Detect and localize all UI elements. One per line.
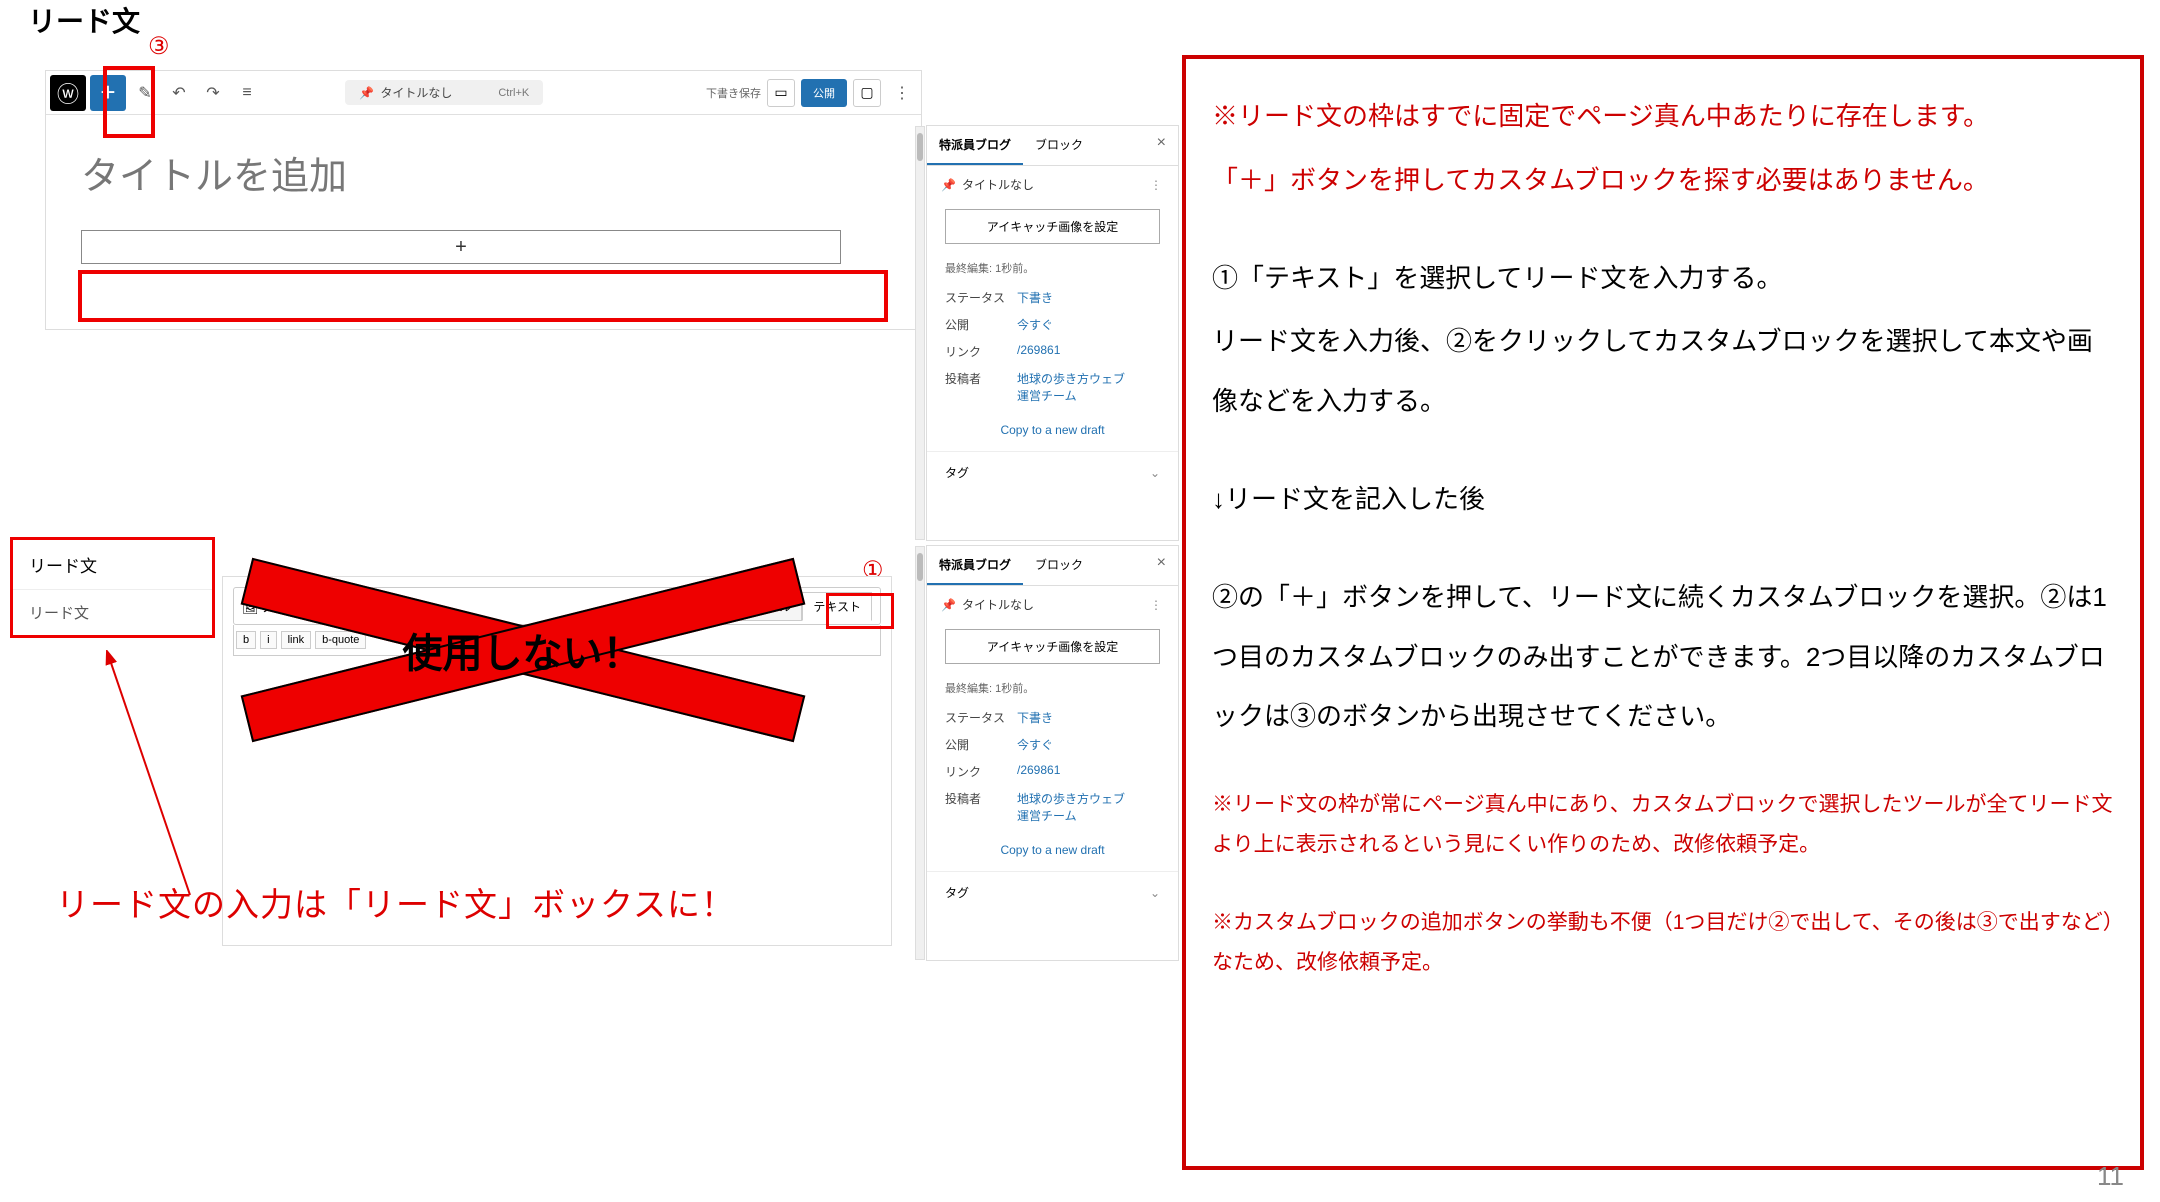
copy-draft-link[interactable]: Copy to a new draft	[927, 409, 1178, 451]
settings-sidebar-2: 特派員ブログ ブロック × 📌 タイトルなし ⋮ アイキャッチ画像を設定 最終編…	[926, 545, 1179, 961]
instr-note-1: ※リード文の枠が常にページ真ん中にあり、カスタムブロックで選択したツールが全てリ…	[1212, 785, 2114, 865]
link-button[interactable]: link	[281, 631, 312, 649]
author-label: 投稿者	[945, 370, 1017, 404]
visual-tab[interactable]: ビジュアル	[722, 592, 803, 621]
set-featured-image-button[interactable]: アイキャッチ画像を設定	[945, 209, 1160, 244]
bold-button[interactable]: b	[236, 631, 256, 649]
status-value[interactable]: 下書き	[1017, 709, 1053, 726]
shortcut-hint: Ctrl+K	[498, 87, 529, 99]
link-label: リンク	[945, 763, 1017, 780]
sidebar-tab-block[interactable]: ブロック	[1023, 546, 1095, 585]
instr-step-2: ②の「＋」ボタンを押して、リード文に続くカスタムブロックを選択。②は1つ目のカス…	[1212, 568, 2114, 747]
page-number: 11	[2097, 1161, 2124, 1192]
callout-frame-2	[78, 270, 888, 322]
scrollbar[interactable]	[915, 126, 925, 540]
sidebar-title: タイトルなし	[962, 176, 1034, 193]
sidebar-close-icon[interactable]: ×	[1145, 126, 1178, 165]
author-value[interactable]: 地球の歩き方ウェブ運営チーム	[1017, 370, 1125, 404]
arrow-to-leadbox	[80, 650, 280, 910]
post-title-input[interactable]: タイトルを追加	[81, 145, 886, 200]
publish-value[interactable]: 今すぐ	[1017, 736, 1053, 753]
publish-label: 公開	[945, 316, 1017, 333]
sidebar-tab-post[interactable]: 特派員ブログ	[927, 126, 1023, 165]
publish-label: 公開	[945, 736, 1017, 753]
more-icon[interactable]: ⋮	[1150, 598, 1164, 612]
sidebar-tab-post[interactable]: 特派員ブログ	[927, 546, 1023, 585]
add-block-inline-button[interactable]: +	[81, 230, 841, 264]
pin-icon: 📌	[359, 86, 374, 100]
settings-sidebar-1: 特派員ブログ ブロック × 📌 タイトルなし ⋮ アイキャッチ画像を設定 最終編…	[926, 125, 1179, 541]
classic-buttons-row: b i link b-quote	[233, 625, 881, 656]
chevron-down-icon: ⌄	[1150, 466, 1160, 480]
chevron-down-icon: ⌄	[1150, 886, 1160, 900]
page-heading: リード文	[28, 0, 140, 40]
tags-section[interactable]: タグ⌄	[927, 451, 1178, 493]
scrollbar[interactable]	[915, 546, 925, 960]
media-button[interactable]: 🖼 メディア	[242, 597, 313, 616]
save-draft-link[interactable]: 下書き保存	[706, 85, 761, 101]
instr-step-1b: リード文を入力後、②をクリックしてカスタムブロックを選択して本文や画像などを入力…	[1212, 312, 2114, 432]
classic-toolbar: 🖼 メディア ビジュアル テキスト	[233, 587, 881, 625]
author-value[interactable]: 地球の歩き方ウェブ運営チーム	[1017, 790, 1125, 824]
set-featured-image-button[interactable]: アイキャッチ画像を設定	[945, 629, 1160, 664]
wp-toolbar: ⓦ + ✎ ↶ ↷ ≡ 📌 タイトルなし Ctrl+K 下書き保存 ▭ 公開 ▢…	[46, 71, 921, 115]
copy-draft-link[interactable]: Copy to a new draft	[927, 829, 1178, 871]
instr-note-2: ※カスタムブロックの追加ボタンの挙動も不便（1つ目だけ②で出して、その後は③で出…	[1212, 903, 2114, 983]
status-value[interactable]: 下書き	[1017, 289, 1053, 306]
status-label: ステータス	[945, 289, 1017, 306]
sidebar-tab-block[interactable]: ブロック	[1023, 126, 1095, 165]
bottom-caption: リード文の入力は「リード文」ボックスに！	[56, 878, 735, 926]
redo-icon[interactable]: ↷	[198, 78, 228, 108]
instruction-panel: ※リード文の枠はすでに固定でページ真ん中あたりに存在します。 「＋」ボタンを押し…	[1182, 55, 2144, 1170]
title-pill-text: タイトルなし	[380, 84, 452, 101]
sidebar-close-icon[interactable]: ×	[1145, 546, 1178, 585]
italic-button[interactable]: i	[260, 631, 276, 649]
undo-icon[interactable]: ↶	[164, 78, 194, 108]
preview-icon[interactable]: ▭	[767, 79, 795, 107]
lead-box-subtitle: リード文	[13, 590, 212, 635]
callout-frame-3	[103, 66, 155, 138]
publish-value[interactable]: 今すぐ	[1017, 316, 1053, 333]
wordpress-logo-icon[interactable]: ⓦ	[50, 75, 86, 111]
pin-icon: 📌	[941, 598, 956, 612]
instr-warn-2: 「＋」ボタンを押してカスタムブロックを探す必要はありません。	[1212, 151, 2114, 211]
sidebar-title: タイトルなし	[962, 596, 1034, 613]
lead-text-box: リード文 リード文	[10, 537, 215, 638]
last-edited-text: 最終編集: 1秒前。	[927, 676, 1178, 704]
list-view-icon[interactable]: ≡	[232, 78, 262, 108]
title-pill[interactable]: 📌 タイトルなし Ctrl+K	[345, 80, 543, 105]
more-icon[interactable]: ⋮	[1150, 178, 1164, 192]
lead-box-title: リード文	[13, 540, 212, 590]
instr-step-1: ①「テキスト」を選択してリード文を入力する。	[1212, 249, 2114, 309]
link-value[interactable]: /269861	[1017, 763, 1060, 780]
link-value[interactable]: /269861	[1017, 343, 1060, 360]
bquote-button[interactable]: b-quote	[315, 631, 366, 649]
options-icon[interactable]: ⋮	[887, 78, 917, 108]
publish-button[interactable]: 公開	[801, 79, 847, 107]
author-label: 投稿者	[945, 790, 1017, 824]
callout-number-3: ③	[148, 32, 170, 61]
link-label: リンク	[945, 343, 1017, 360]
last-edited-text: 最終編集: 1秒前。	[927, 256, 1178, 284]
instr-warn-1: ※リード文の枠はすでに固定でページ真ん中あたりに存在します。	[1212, 87, 2114, 147]
instr-after: ↓リード文を記入した後	[1212, 470, 2114, 530]
callout-frame-1	[826, 593, 894, 629]
status-label: ステータス	[945, 709, 1017, 726]
pin-icon: 📌	[941, 178, 956, 192]
tags-section[interactable]: タグ⌄	[927, 871, 1178, 913]
settings-sidebar-icon[interactable]: ▢	[853, 79, 881, 107]
